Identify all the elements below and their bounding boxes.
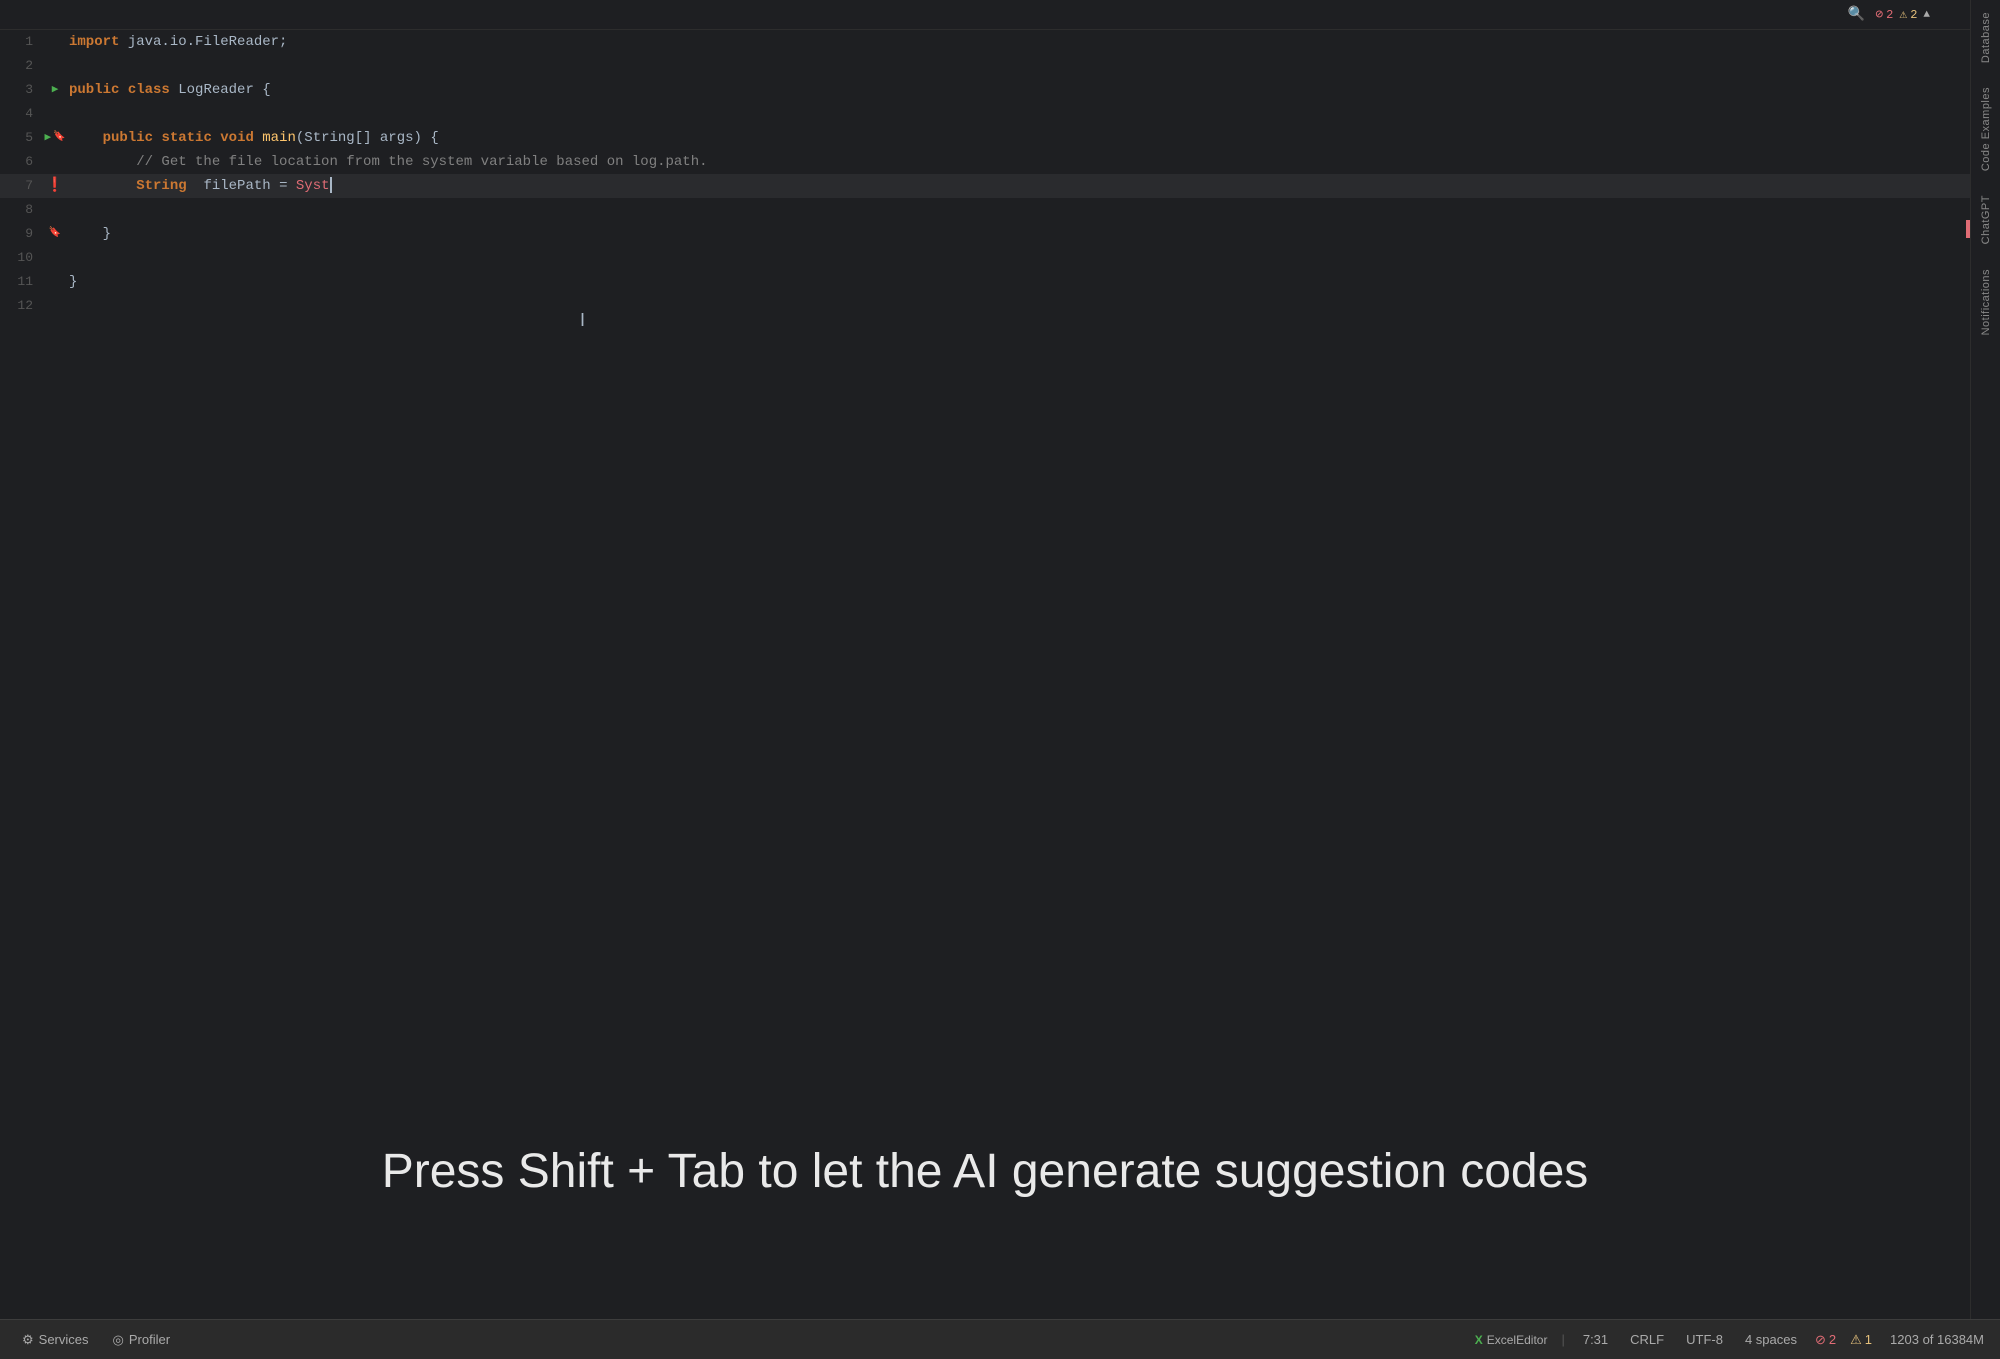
line-content-3: public class LogReader { bbox=[65, 78, 1970, 102]
status-warning-indicator: ⚠ 1 bbox=[1850, 1332, 1872, 1348]
status-warning-count: 1 bbox=[1865, 1332, 1872, 1347]
gutter-7: ❗ bbox=[45, 174, 65, 198]
code-line-5: 5 ▶ 🔖 public static void main(String[] a… bbox=[0, 126, 1970, 150]
line-content-7: String filePath = Syst bbox=[65, 174, 1970, 198]
line-content-1: import java.io.FileReader; bbox=[65, 30, 1970, 54]
gutter-5: ▶ 🔖 bbox=[45, 126, 65, 150]
warning-count-badge: ⚠ 2 bbox=[1899, 7, 1917, 22]
status-separator-1: | bbox=[1561, 1332, 1564, 1347]
status-bar-left: ⚙ Services ◎ Profiler bbox=[12, 1328, 1475, 1352]
line-number-3: 3 bbox=[0, 78, 45, 102]
line-content-11: } bbox=[65, 270, 1970, 294]
sidebar-tab-chatgpt[interactable]: ChatGPT bbox=[1974, 183, 1998, 256]
line-number-1: 1 bbox=[0, 30, 45, 54]
code-line-7: 7 ❗ String filePath = Syst bbox=[0, 174, 1970, 198]
code-line-12: 12 bbox=[0, 294, 1970, 318]
bookmark-icon-9: 🔖 bbox=[49, 222, 61, 246]
profiler-icon: ◎ bbox=[113, 1332, 124, 1348]
profiler-button[interactable]: ◎ Profiler bbox=[103, 1328, 181, 1352]
run-arrow-icon[interactable]: ▶ bbox=[52, 78, 59, 102]
code-line-4: 4 bbox=[0, 102, 1970, 126]
line-number-9: 9 bbox=[0, 222, 45, 246]
code-line-6: 6 // Get the file location from the syst… bbox=[0, 150, 1970, 174]
sidebar-tab-code-examples[interactable]: Code Examples bbox=[1974, 75, 1998, 183]
status-bar-right: X ExcelEditor | 7:31 CRLF UTF-8 4 spaces… bbox=[1475, 1330, 1988, 1349]
line-number-12: 12 bbox=[0, 294, 45, 318]
line-content-5: public static void main(String[] args) { bbox=[65, 126, 1970, 150]
line-number-11: 11 bbox=[0, 270, 45, 294]
code-line-3: 3 ▶ public class LogReader { bbox=[0, 78, 1970, 102]
warning-count: 2 bbox=[1910, 8, 1917, 22]
sidebar-tab-database[interactable]: Database bbox=[1974, 0, 1998, 75]
text-cursor bbox=[330, 177, 332, 193]
top-bar-right: 🔍 ⊘ 2 ⚠ 2 ▲ bbox=[1848, 6, 1930, 23]
chevron-up-icon[interactable]: ▲ bbox=[1923, 9, 1930, 21]
top-bar: 🔍 ⊘ 2 ⚠ 2 ▲ bbox=[0, 0, 1970, 30]
editor-area: 🔍 ⊘ 2 ⚠ 2 ▲ 1 import java.io.FileRe bbox=[0, 0, 2000, 1319]
scroll-position-indicator bbox=[1966, 220, 1970, 238]
line-content-9: } bbox=[65, 222, 1970, 246]
line-number-7: 7 bbox=[0, 174, 45, 198]
sidebar-tab-notifications[interactable]: Notifications bbox=[1974, 257, 1998, 347]
code-line-10: 10 bbox=[0, 246, 1970, 270]
app-name-badge: X ExcelEditor bbox=[1475, 1333, 1548, 1347]
line-number-4: 4 bbox=[0, 102, 45, 126]
status-error-indicator[interactable]: ⊘ 2 bbox=[1815, 1332, 1836, 1348]
memory-usage-display: 1203 of 16384M bbox=[1886, 1330, 1988, 1349]
code-line-9: 9 🔖 } bbox=[0, 222, 1970, 246]
gutter-3: ▶ bbox=[45, 78, 65, 102]
ai-suggestion-text: Press Shift + Tab to let the AI generate… bbox=[382, 1144, 1589, 1199]
error-dot-icon-7: ❗ bbox=[46, 174, 63, 198]
time-display: 7:31 bbox=[1579, 1330, 1612, 1349]
cursor-indicator: I bbox=[580, 310, 585, 331]
search-icon[interactable]: 🔍 bbox=[1848, 6, 1865, 23]
line-content-6: // Get the file location from the system… bbox=[65, 150, 1970, 174]
line-number-2: 2 bbox=[0, 54, 45, 78]
app-logo-icon: X bbox=[1475, 1333, 1483, 1347]
ai-suggestion-overlay: Press Shift + Tab to let the AI generate… bbox=[0, 1144, 1970, 1199]
error-count-badge: ⊘ 2 bbox=[1875, 7, 1893, 22]
encoding-display[interactable]: UTF-8 bbox=[1682, 1330, 1727, 1349]
services-label: Services bbox=[39, 1332, 89, 1347]
error-circle-icon: ⊘ bbox=[1875, 7, 1883, 22]
right-sidebar: Database Code Examples ChatGPT Notificat… bbox=[1970, 0, 2000, 1319]
line-ending-display[interactable]: CRLF bbox=[1626, 1330, 1668, 1349]
app-name: ExcelEditor bbox=[1487, 1333, 1548, 1347]
profiler-label: Profiler bbox=[129, 1332, 170, 1347]
status-warning-icon: ⚠ bbox=[1850, 1332, 1862, 1348]
services-button[interactable]: ⚙ Services bbox=[12, 1328, 99, 1352]
code-line-8: 8 bbox=[0, 198, 1970, 222]
code-content[interactable]: 1 import java.io.FileReader; 2 3 ▶ pu bbox=[0, 30, 1970, 1319]
code-lines: 1 import java.io.FileReader; 2 3 ▶ pu bbox=[0, 30, 1970, 318]
indent-display[interactable]: 4 spaces bbox=[1741, 1330, 1801, 1349]
line-number-10: 10 bbox=[0, 246, 45, 270]
status-bar: ⚙ Services ◎ Profiler X ExcelEditor | 7:… bbox=[0, 1319, 2000, 1359]
run-arrow-icon-5[interactable]: ▶ bbox=[44, 126, 51, 150]
code-line-2: 2 bbox=[0, 54, 1970, 78]
status-error-count: 2 bbox=[1829, 1332, 1836, 1347]
code-panel: 🔍 ⊘ 2 ⚠ 2 ▲ 1 import java.io.FileRe bbox=[0, 0, 1970, 1319]
line-number-8: 8 bbox=[0, 198, 45, 222]
error-count: 2 bbox=[1886, 8, 1893, 22]
warning-triangle-icon: ⚠ bbox=[1899, 7, 1907, 22]
code-line-11: 11 } bbox=[0, 270, 1970, 294]
services-icon: ⚙ bbox=[22, 1332, 34, 1348]
line-number-6: 6 bbox=[0, 150, 45, 174]
bookmark-icon-5: 🔖 bbox=[53, 126, 65, 150]
line-number-5: 5 bbox=[0, 126, 45, 150]
code-line-1: 1 import java.io.FileReader; bbox=[0, 30, 1970, 54]
gutter-9: 🔖 bbox=[45, 222, 65, 246]
status-error-icon: ⊘ bbox=[1815, 1332, 1826, 1348]
